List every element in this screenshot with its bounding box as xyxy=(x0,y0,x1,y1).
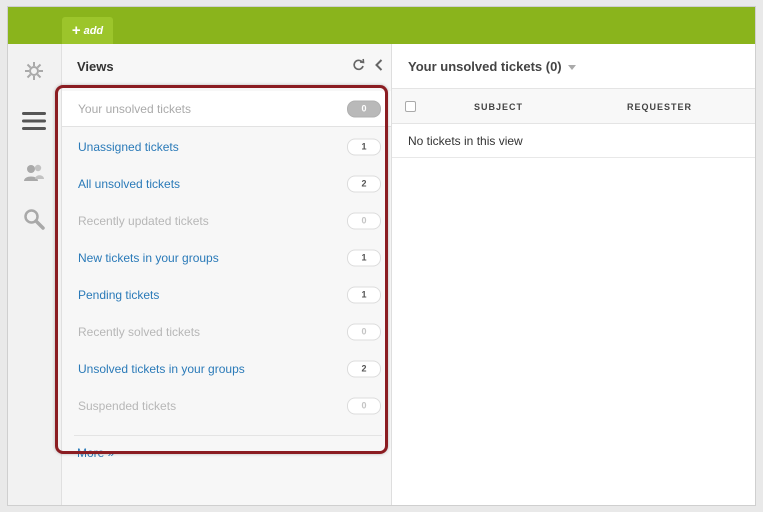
chevron-left-icon[interactable] xyxy=(375,58,383,74)
add-button[interactable]: + add xyxy=(62,17,113,44)
empty-state-message: No tickets in this view xyxy=(392,124,755,158)
top-bar: + add xyxy=(8,7,755,44)
screenshot-frame: + add Views Your unsolved tickets 0 Unas… xyxy=(0,0,763,512)
zendesk-logo-icon[interactable] xyxy=(21,58,47,84)
views-menu-icon[interactable] xyxy=(21,108,47,134)
plus-icon: + xyxy=(71,22,81,39)
select-all-checkbox[interactable] xyxy=(405,101,416,112)
table-header: SUBJECT REQUESTER xyxy=(392,88,755,124)
refresh-icon[interactable] xyxy=(352,58,365,74)
column-header-subject[interactable]: SUBJECT xyxy=(474,102,523,112)
column-header-requester[interactable]: REQUESTER xyxy=(627,102,692,112)
nav-rail xyxy=(8,44,62,505)
main-content: Your unsolved tickets (0) SUBJECT REQUES… xyxy=(392,44,755,505)
app-window: + add Views Your unsolved tickets 0 Unas… xyxy=(7,6,756,506)
highlight-annotation xyxy=(55,85,388,454)
views-panel: Views Your unsolved tickets 0 Unassigned… xyxy=(55,44,392,505)
view-title-dropdown[interactable]: Your unsolved tickets (0) xyxy=(408,44,576,88)
page-title: Your unsolved tickets (0) xyxy=(408,58,562,74)
views-title: Views xyxy=(77,58,114,74)
add-label: add xyxy=(83,24,104,37)
users-icon[interactable] xyxy=(21,160,47,186)
search-icon[interactable] xyxy=(21,206,47,232)
views-header: Views xyxy=(62,44,391,88)
caret-down-icon xyxy=(567,64,576,70)
